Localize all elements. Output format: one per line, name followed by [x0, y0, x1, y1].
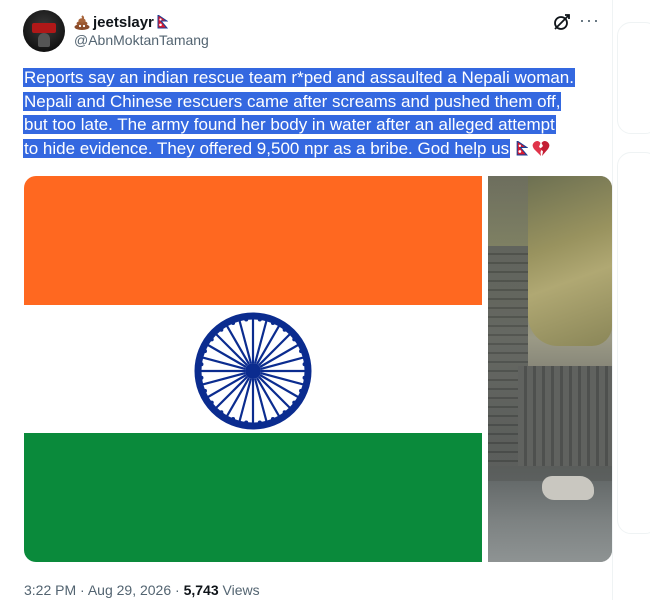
chakra-rim-dot — [209, 400, 214, 405]
author-name-row[interactable]: jeetslayr — [74, 13, 169, 31]
views-count[interactable]: 5,743 — [184, 582, 219, 598]
chakra-spoke — [257, 375, 291, 409]
tweet-text-line: but too late. The army found her body in… — [23, 115, 556, 134]
chakra-spoke — [257, 333, 291, 367]
chakra-rim-dot — [199, 362, 204, 367]
chakra-rim-dot — [292, 337, 297, 342]
sidebar-card — [617, 22, 650, 134]
chakra-rim-dot — [244, 420, 249, 425]
more-icon[interactable]: ··· — [579, 10, 600, 31]
chakra-rim-dot — [199, 375, 204, 380]
chakra-rim-dot — [244, 317, 249, 322]
chakra-rim-dot — [202, 349, 207, 354]
grok-icon[interactable] — [552, 12, 572, 32]
tweet-text-line: to hide evidence. They offered 9,500 npr… — [23, 138, 511, 158]
tweet-text: Reports say an indian rescue team r*ped … — [23, 66, 613, 163]
tweet-media-image-photo[interactable] — [488, 176, 612, 562]
chakra-rim-dot — [299, 388, 304, 393]
nepal-flag-icon — [516, 139, 529, 163]
chakra-rim-dot — [282, 410, 287, 415]
pile-of-poo-icon — [74, 15, 90, 30]
broken-heart-icon — [532, 140, 550, 164]
photo-metal-sheet — [518, 366, 612, 466]
tweet-date[interactable]: Aug 29, 2026 — [88, 582, 171, 598]
tweet-text-line: Reports say an indian rescue team r*ped … — [23, 68, 575, 87]
tweet-text-line: Nepali and Chinese rescuers came after s… — [23, 91, 562, 111]
chakra-rim-dot — [202, 388, 207, 393]
meta-separator: · — [175, 582, 180, 598]
user-handle[interactable]: @AbnMoktanTamang — [74, 32, 209, 48]
chakra-rim-dot — [257, 420, 262, 425]
avatar-figure — [38, 33, 50, 47]
chakra-rim-dot — [209, 337, 214, 342]
chakra-spoke — [215, 333, 249, 367]
nepal-flag-icon — [157, 14, 169, 29]
tweet-media-image-india-flag[interactable] — [24, 176, 482, 562]
views-label: Views — [222, 582, 260, 598]
meta-separator: · — [80, 582, 85, 598]
chakra-spoke — [215, 375, 249, 409]
chakra-rim-dot — [299, 349, 304, 354]
right-sidebar — [612, 0, 650, 600]
photo-tarp — [528, 176, 612, 346]
tweet-time[interactable]: 3:22 PM — [24, 582, 76, 598]
chakra-rim-dot — [219, 327, 224, 332]
avatar[interactable] — [23, 10, 65, 52]
avatar-badge — [32, 23, 56, 33]
display-name[interactable]: jeetslayr — [93, 14, 154, 31]
chakra-rim-dot — [231, 320, 236, 325]
chakra-rim-dot — [270, 320, 275, 325]
chakra-rim-dot — [282, 327, 287, 332]
chakra-rim-dot — [302, 362, 307, 367]
chakra-rim-dot — [231, 417, 236, 422]
tweet-card[interactable]: jeetslayr @AbnMoktanTamang ··· Reports s… — [0, 0, 612, 600]
ashoka-chakra-icon — [194, 312, 312, 430]
flag-green-band — [24, 433, 482, 562]
photo-bundle — [542, 476, 594, 500]
chakra-rim-dot — [270, 417, 275, 422]
tweet-meta: 3:22 PM · Aug 29, 2026 · 5,743 Views — [24, 582, 260, 598]
flag-saffron-band — [24, 176, 482, 305]
chakra-rim-dot — [219, 410, 224, 415]
chakra-rim-dot — [257, 317, 262, 322]
chakra-rim-dot — [292, 400, 297, 405]
chakra-rim-dot — [302, 375, 307, 380]
sidebar-card — [617, 152, 650, 534]
